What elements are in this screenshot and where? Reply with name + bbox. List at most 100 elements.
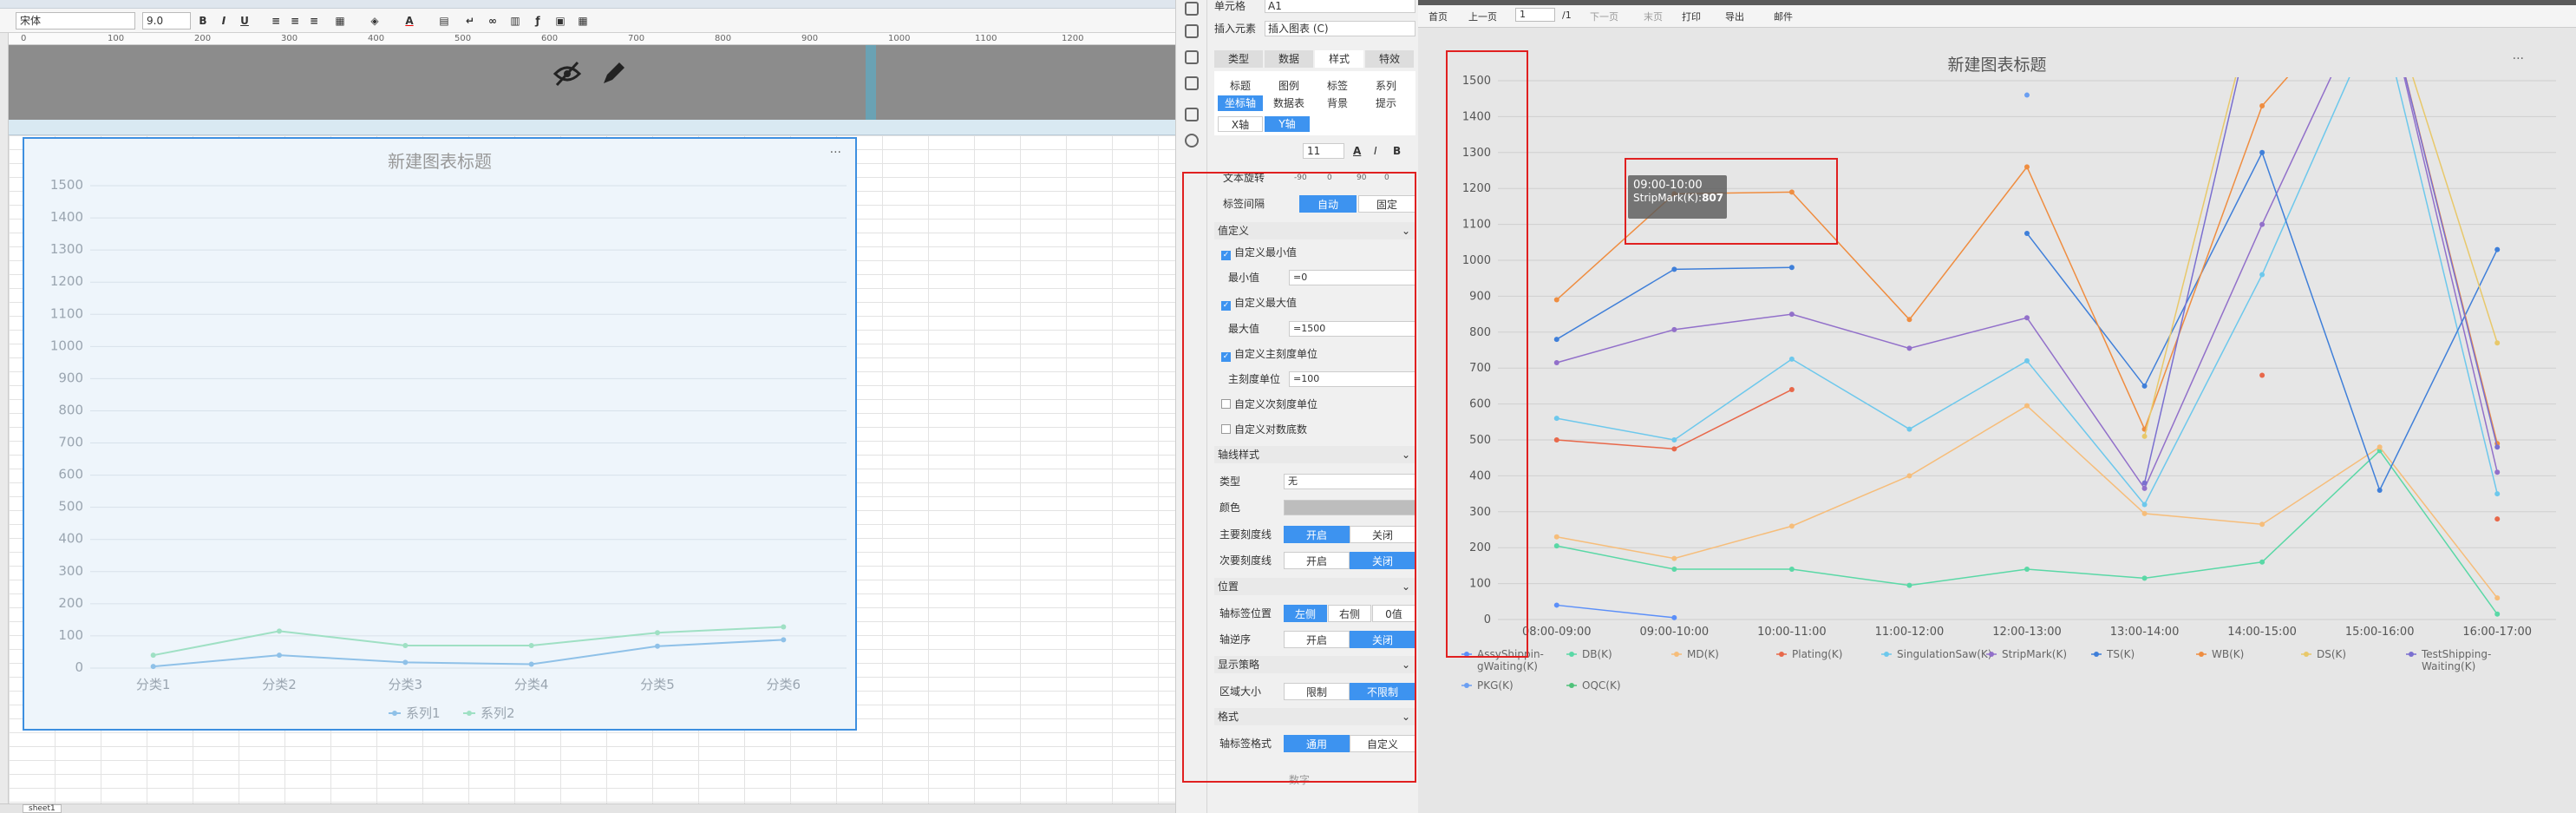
legend-label: OQC(K) bbox=[1582, 679, 1621, 692]
data-point bbox=[2259, 521, 2265, 528]
insert-row: 插入元素 插入图表 (C) bbox=[1214, 19, 1415, 38]
tab-data[interactable]: 数据 bbox=[1265, 50, 1313, 68]
legend-label: TS(K) bbox=[2106, 648, 2135, 660]
align-center-icon[interactable]: ≡ bbox=[288, 14, 302, 28]
legend-swatch-dot bbox=[467, 711, 472, 716]
cell-props-icon[interactable] bbox=[1185, 2, 1199, 16]
bold-icon[interactable]: B bbox=[1393, 141, 1401, 161]
align-left-icon[interactable]: ≡ bbox=[269, 14, 283, 28]
last-page-button[interactable]: 末页 bbox=[1644, 10, 1663, 23]
font-name-select[interactable]: 宋体 bbox=[16, 12, 135, 30]
header-band bbox=[9, 45, 1175, 120]
data-point bbox=[2141, 510, 2148, 516]
print-button[interactable]: 打印 bbox=[1682, 10, 1701, 23]
subtab-tooltip[interactable]: 提示 bbox=[1363, 95, 1409, 111]
legend-label-line: OQC(K) bbox=[1582, 679, 1621, 692]
subtab-legend[interactable]: 图例 bbox=[1266, 78, 1311, 94]
axis-font-size[interactable]: 11 bbox=[1303, 143, 1344, 159]
subtab-series[interactable]: 系列 bbox=[1363, 78, 1409, 94]
layout-icon[interactable] bbox=[1185, 50, 1199, 64]
condition-icon[interactable] bbox=[1185, 76, 1199, 90]
widget-icon[interactable] bbox=[1185, 24, 1199, 38]
merge-icon[interactable]: ▤ bbox=[437, 14, 451, 28]
band-handle[interactable] bbox=[866, 45, 876, 120]
data-point bbox=[2259, 559, 2265, 565]
wrap-icon[interactable]: ↵ bbox=[463, 14, 477, 28]
insert-select[interactable]: 插入图表 (C) bbox=[1265, 21, 1415, 36]
export-button[interactable]: 导出 bbox=[1725, 10, 1744, 23]
formula-icon[interactable]: ƒ bbox=[531, 14, 545, 28]
font-row: 11 A I B bbox=[1214, 141, 1415, 161]
subtab-background[interactable]: 背景 bbox=[1315, 95, 1360, 111]
chart-component[interactable]: 新建图表标题 ··· 0 100 200 300 400 500 600 700 800 900 1… bbox=[23, 137, 857, 731]
font-size-select[interactable]: 9.0 bbox=[142, 12, 191, 30]
y-tick-label: 1500 bbox=[50, 177, 83, 193]
data-point bbox=[2024, 315, 2030, 321]
legend-swatch-dot bbox=[2199, 652, 2204, 657]
data-point bbox=[2259, 102, 2265, 108]
email-button[interactable]: 邮件 bbox=[1774, 10, 1793, 23]
subtab-axis[interactable]: 坐标轴 bbox=[1218, 95, 1263, 111]
legend-label-line: DB(K) bbox=[1582, 648, 1612, 660]
page-total: /1 bbox=[1562, 10, 1572, 21]
ruler-tick-label: 400 bbox=[368, 34, 385, 43]
underline-button[interactable]: U bbox=[238, 14, 252, 28]
ruler-tick-label: 300 bbox=[281, 34, 298, 43]
first-page-button[interactable]: 首页 bbox=[1429, 10, 1448, 23]
image-icon[interactable]: ▣ bbox=[553, 14, 567, 28]
subtab-label[interactable]: 标签 bbox=[1315, 78, 1360, 94]
legend-label: DS(K) bbox=[2317, 648, 2346, 660]
data-point bbox=[2141, 383, 2148, 389]
data-point bbox=[2494, 516, 2501, 522]
data-point bbox=[2377, 487, 2383, 493]
italic-button[interactable]: I bbox=[217, 14, 231, 28]
y-tick-label: 1400 bbox=[50, 209, 83, 225]
subtab-datatable[interactable]: 数据表 bbox=[1266, 95, 1311, 111]
font-color-icon[interactable]: A bbox=[402, 14, 416, 28]
legend-label: 系列2 bbox=[481, 705, 515, 721]
link-icon[interactable] bbox=[1185, 134, 1199, 148]
data-point bbox=[2024, 403, 2030, 409]
axis-tab-x[interactable]: X轴 bbox=[1218, 116, 1263, 132]
chart-plot: 0100200300400500600700800900100011001200… bbox=[1461, 75, 2556, 692]
tab-effect[interactable]: 特效 bbox=[1365, 50, 1414, 68]
tab-type[interactable]: 类型 bbox=[1214, 50, 1263, 68]
legend-label-line: MD(K) bbox=[1687, 648, 1719, 660]
bold-button[interactable]: B bbox=[196, 14, 210, 28]
tab-style[interactable]: 样式 bbox=[1315, 50, 1363, 68]
data-point bbox=[1553, 337, 1559, 343]
axis-tab-y[interactable]: Y轴 bbox=[1265, 116, 1310, 132]
sheet-tab[interactable]: sheet1 bbox=[23, 804, 62, 813]
next-page-button[interactable]: 下一页 bbox=[1590, 10, 1618, 23]
data-point bbox=[150, 664, 156, 670]
data-point bbox=[402, 643, 409, 649]
border-icon[interactable]: ▦ bbox=[333, 14, 347, 28]
data-icon[interactable] bbox=[1185, 108, 1199, 121]
table-icon[interactable]: ▦ bbox=[576, 14, 590, 28]
italic-icon[interactable]: I bbox=[1374, 141, 1377, 161]
legend-swatch-dot bbox=[2094, 652, 2099, 657]
x-tick-label: 15:00-16:00 bbox=[2345, 626, 2415, 639]
legend-label-line: TestShipping- bbox=[2421, 648, 2491, 660]
edit-pencil-icon[interactable] bbox=[598, 59, 628, 89]
chart-icon[interactable]: ▥ bbox=[508, 14, 522, 28]
fill-color-icon[interactable]: ◈ bbox=[368, 14, 382, 28]
x-tick-label: 分类1 bbox=[136, 677, 171, 692]
data-point bbox=[2494, 469, 2501, 475]
hyperlink-icon[interactable]: ∞ bbox=[486, 14, 500, 28]
prev-page-button[interactable]: 上一页 bbox=[1468, 10, 1497, 23]
font-color-icon[interactable]: A bbox=[1353, 141, 1361, 161]
data-point bbox=[1553, 543, 1559, 549]
data-point bbox=[1906, 345, 1912, 351]
subtab-title[interactable]: 标题 bbox=[1218, 78, 1263, 94]
x-tick-label: 16:00-17:00 bbox=[2462, 626, 2532, 639]
align-right-icon[interactable]: ≡ bbox=[307, 14, 321, 28]
chart-plot: 0100200300400500600700800900100011001200… bbox=[50, 177, 847, 721]
x-tick-label: 分类6 bbox=[767, 677, 801, 692]
data-point bbox=[1671, 555, 1677, 561]
y-tick-label: 600 bbox=[58, 467, 83, 482]
data-point bbox=[1906, 582, 1912, 588]
page-input[interactable]: 1 bbox=[1515, 8, 1555, 22]
cell-field[interactable]: A1 bbox=[1265, 0, 1415, 13]
cell-label: 单元格 bbox=[1214, 0, 1246, 12]
